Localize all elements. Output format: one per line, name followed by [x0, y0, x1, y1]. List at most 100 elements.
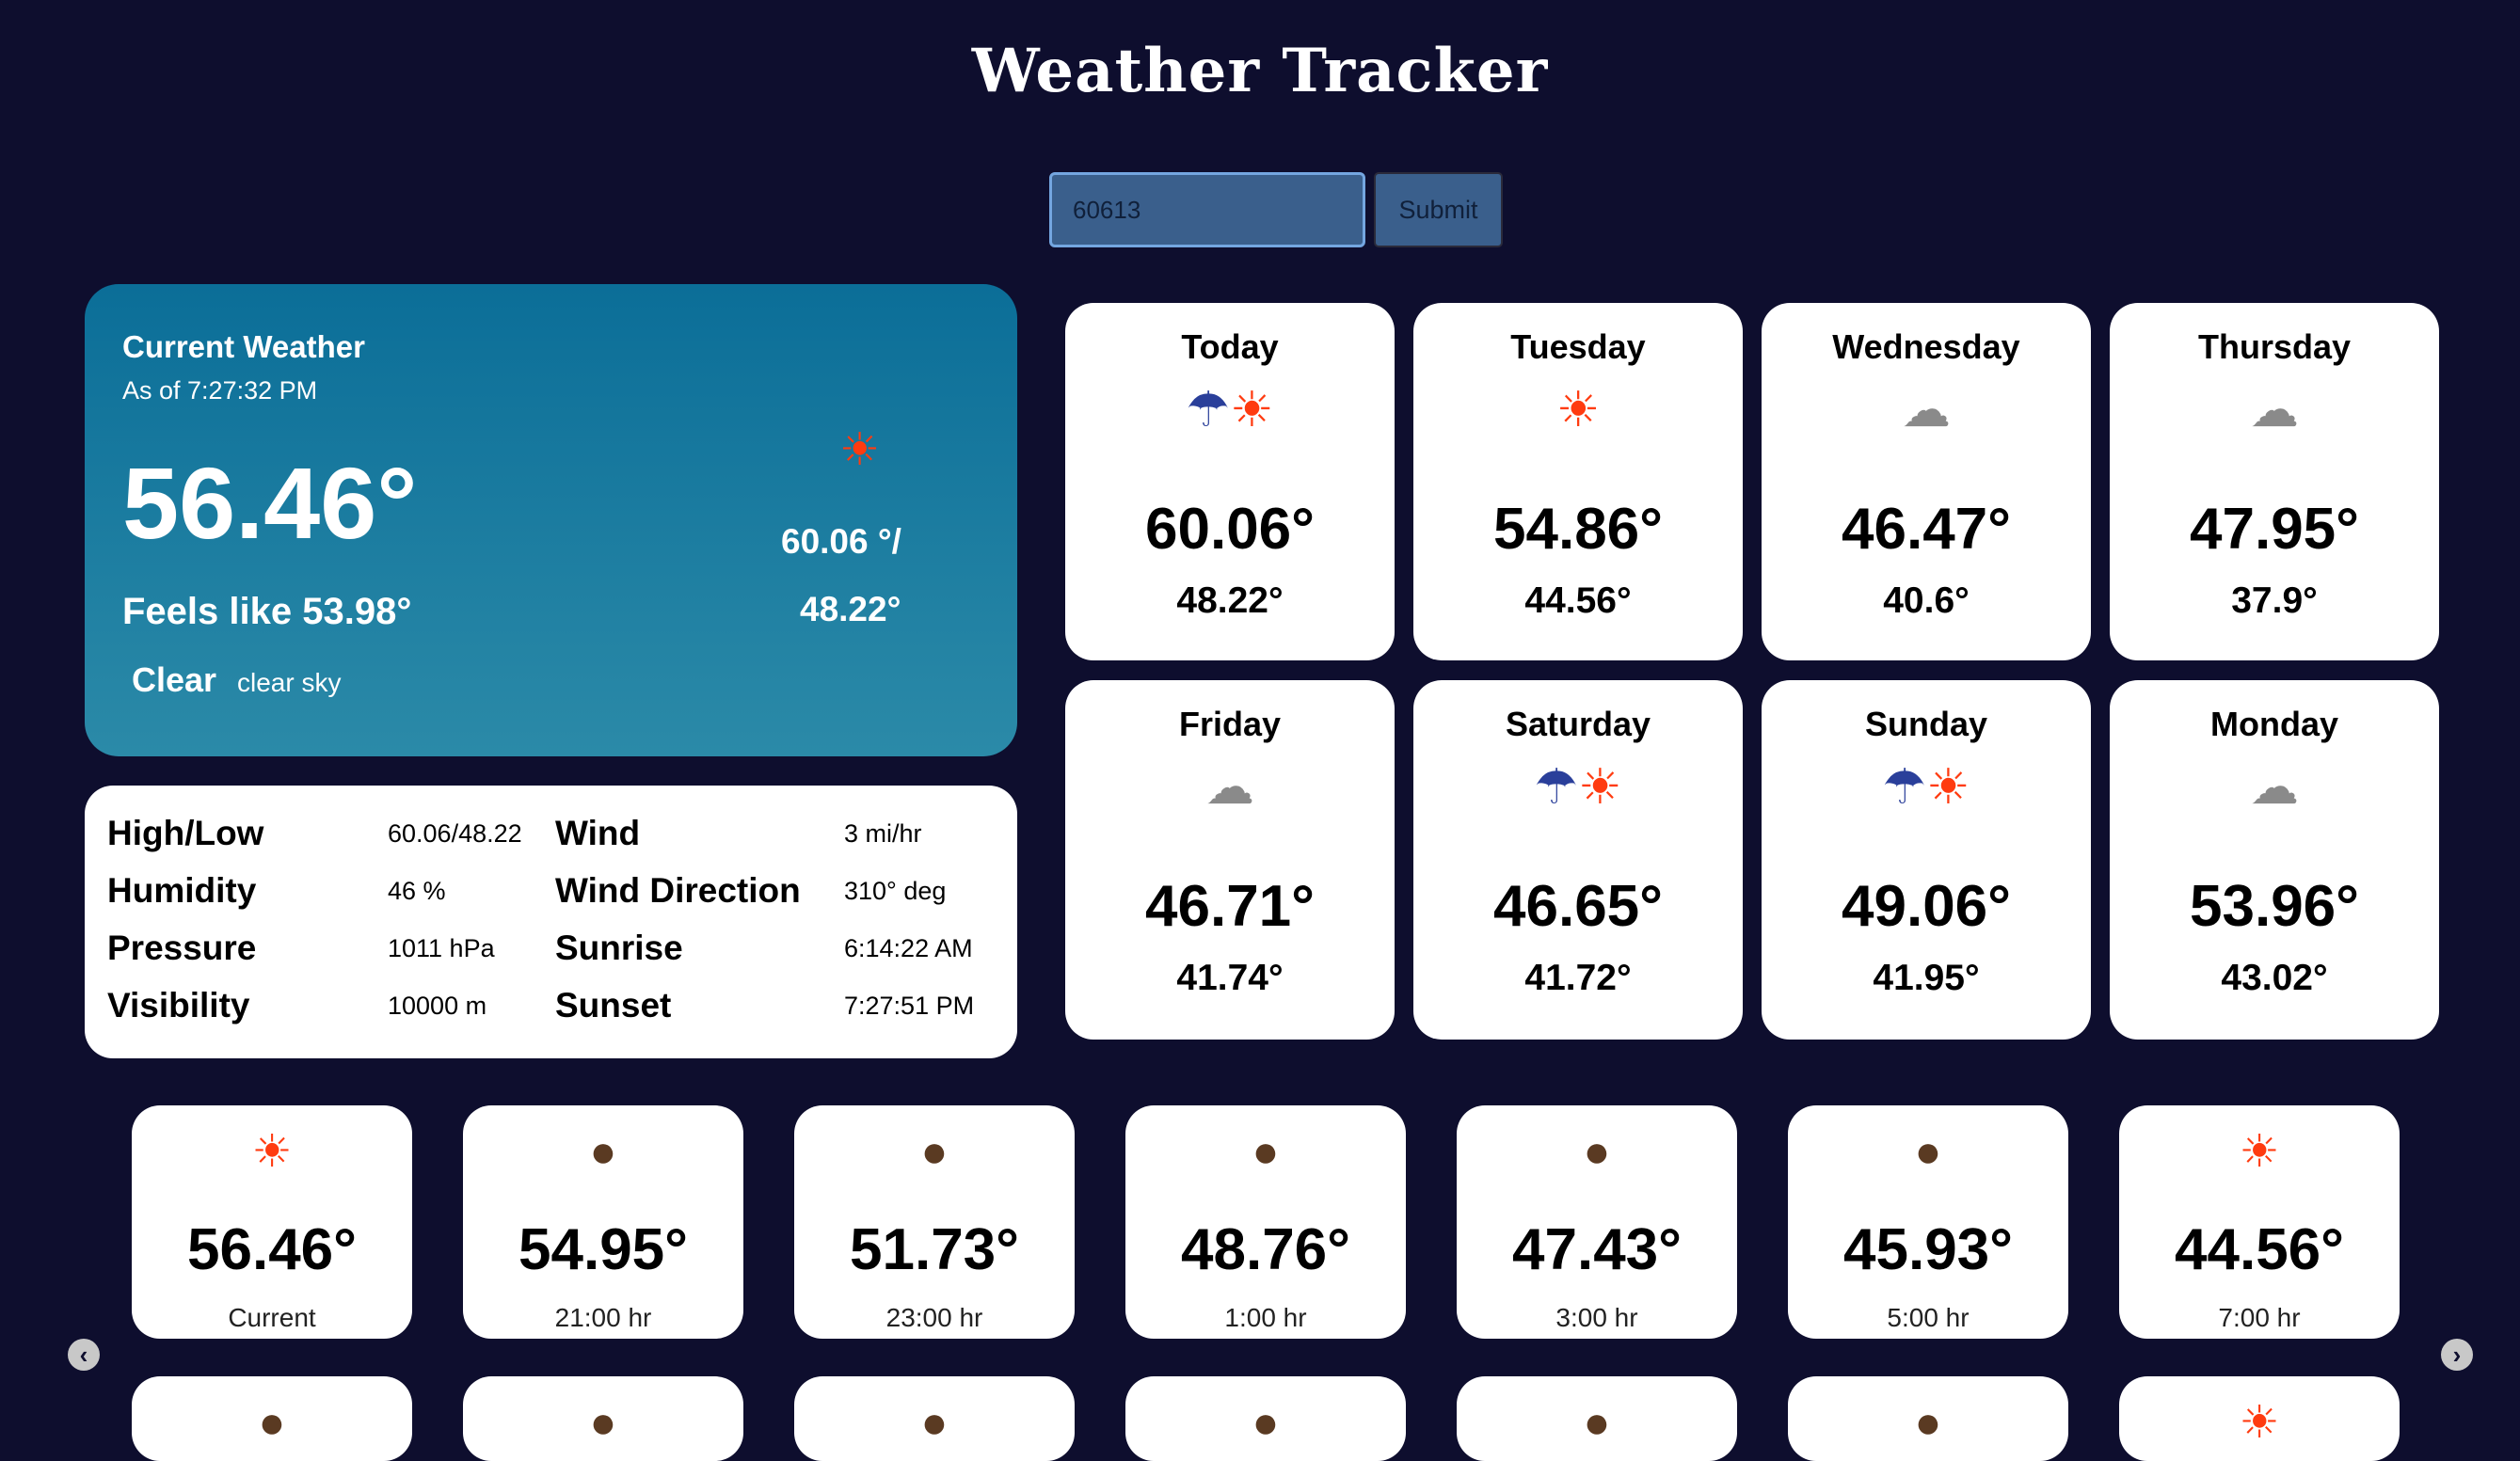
- hourly-temp: 47.43°: [1512, 1217, 1682, 1282]
- day-name: Monday: [2209, 705, 2338, 743]
- pressure-value: 1011 hPa: [388, 934, 495, 962]
- high-low-value: 60.06/48.22: [388, 819, 522, 848]
- day-high: 46.71°: [1145, 874, 1315, 939]
- day-low: 41.72°: [1524, 958, 1632, 998]
- hourly-card[interactable]: ●: [1788, 1376, 2068, 1461]
- day-name: Tuesday: [1510, 327, 1646, 366]
- day-low: 41.95°: [1873, 958, 1980, 998]
- current-high: 60.06 °/: [781, 522, 901, 561]
- day-high: 54.86°: [1493, 497, 1663, 562]
- hourly-card[interactable]: ●: [463, 1376, 743, 1461]
- day-high: 49.06°: [1842, 874, 2011, 939]
- chevron-right-icon[interactable]: ›: [2441, 1339, 2473, 1371]
- moon-icon: ●: [1252, 1398, 1280, 1448]
- daily-card[interactable]: Saturday ☂☀ 46.65° 41.72°: [1413, 680, 1743, 1040]
- high-low-label: High/Low: [107, 814, 264, 852]
- sun-icon: ☀: [251, 1127, 293, 1177]
- chevron-left-icon[interactable]: ‹: [68, 1339, 100, 1371]
- sunset-value: 7:27:51 PM: [844, 992, 975, 1020]
- hourly-temp: 44.56°: [2175, 1217, 2344, 1282]
- hourly-card[interactable]: ●: [132, 1376, 412, 1461]
- day-name: Thursday: [2197, 327, 2352, 366]
- hourly-time: 21:00 hr: [554, 1303, 652, 1332]
- page-title: Weather Tracker: [971, 36, 1549, 106]
- daily-card[interactable]: Wednesday ☁ 46.47° 40.6°: [1762, 303, 2091, 660]
- moon-icon: ●: [920, 1398, 949, 1448]
- hourly-card[interactable]: ● 47.43° 3:00 hr: [1457, 1105, 1737, 1339]
- daily-card[interactable]: Thursday ☁ 47.95° 37.9°: [2110, 303, 2439, 660]
- moon-icon: ●: [1914, 1127, 1942, 1177]
- day-name: Saturday: [1505, 705, 1651, 743]
- hourly-time: 3:00 hr: [1555, 1303, 1638, 1332]
- hourly-card[interactable]: ☀ 44.56° 7:00 hr: [2119, 1105, 2400, 1339]
- wind-direction-value: 310° deg: [844, 877, 947, 905]
- moon-icon: ●: [1583, 1398, 1611, 1448]
- day-high: 47.95°: [2190, 497, 2359, 562]
- hourly-card[interactable]: ● 54.95° 21:00 hr: [463, 1105, 743, 1339]
- hourly-card[interactable]: ☀: [2119, 1376, 2400, 1461]
- sun-icon: ☀: [2239, 1398, 2280, 1448]
- cloud-icon: ☁: [2250, 383, 2299, 437]
- sun-icon: ☀: [2239, 1127, 2280, 1177]
- hourly-card[interactable]: ●: [1125, 1376, 1406, 1461]
- hourly-temp: 51.73°: [850, 1217, 1019, 1282]
- pressure-label: Pressure: [107, 929, 257, 967]
- day-high: 60.06°: [1145, 497, 1315, 562]
- current-high-low: 60.06 °/ 48.22°: [781, 508, 1063, 643]
- hourly-card[interactable]: ● 45.93° 5:00 hr: [1788, 1105, 2068, 1339]
- hourly-card[interactable]: ● 51.73° 23:00 hr: [794, 1105, 1075, 1339]
- current-temperature: 56.46°: [122, 446, 418, 560]
- day-name: Sunday: [1864, 705, 1988, 743]
- daily-card[interactable]: Monday ☁ 53.96° 43.02°: [2110, 680, 2439, 1040]
- day-high: 46.65°: [1493, 874, 1663, 939]
- weather-description: clear sky: [237, 668, 342, 697]
- hourly-card[interactable]: ●: [1457, 1376, 1737, 1461]
- hourly-time: 5:00 hr: [1887, 1303, 1970, 1332]
- wind-direction-label: Wind Direction: [555, 871, 801, 910]
- visibility-label: Visibility: [107, 986, 250, 1024]
- rain-sun-icon: ☂☀: [1186, 383, 1274, 437]
- day-low: 37.9°: [2231, 580, 2318, 621]
- weather-details-card: High/Low 60.06/48.22 Humidity 46 % Press…: [85, 786, 1017, 1058]
- day-high: 53.96°: [2190, 874, 2359, 939]
- hourly-card[interactable]: ●: [794, 1376, 1075, 1461]
- rain-sun-icon: ☂☀: [1534, 760, 1622, 815]
- hourly-temp: 45.93°: [1843, 1217, 2013, 1282]
- cloud-icon: ☁: [1902, 383, 1951, 437]
- feels-like: Feels like 53.98°: [122, 591, 412, 632]
- weather-main: Clear: [132, 660, 217, 699]
- sunset-label: Sunset: [555, 986, 672, 1024]
- daily-card[interactable]: Friday ☁ 46.71° 41.74°: [1065, 680, 1395, 1040]
- day-low: 41.74°: [1176, 958, 1284, 998]
- current-low: 48.22°: [800, 590, 901, 628]
- moon-icon: ●: [589, 1398, 617, 1448]
- daily-card[interactable]: Today ☂☀ 60.06° 48.22°: [1065, 303, 1395, 660]
- cloud-icon: ☁: [2250, 760, 2299, 815]
- day-low: 48.22°: [1176, 580, 1284, 621]
- rain-sun-icon: ☂☀: [1882, 760, 1970, 815]
- moon-icon: ●: [920, 1127, 949, 1177]
- day-low: 43.02°: [2221, 958, 2328, 998]
- current-weather-card: Current Weather As of 7:27:32 PM 56.46° …: [85, 284, 1017, 756]
- day-low: 40.6°: [1883, 580, 1970, 621]
- hourly-card[interactable]: ● 48.76° 1:00 hr: [1125, 1105, 1406, 1339]
- day-name: Friday: [1178, 705, 1282, 743]
- moon-icon: ●: [589, 1127, 617, 1177]
- submit-button[interactable]: Submit: [1374, 172, 1503, 247]
- daily-card[interactable]: Sunday ☂☀ 49.06° 41.95°: [1762, 680, 2091, 1040]
- hourly-time: 1:00 hr: [1224, 1303, 1307, 1332]
- day-low: 44.56°: [1524, 580, 1632, 621]
- day-name: Today: [1181, 327, 1279, 366]
- hourly-time: Current: [228, 1303, 316, 1332]
- zip-code-input[interactable]: [1049, 172, 1365, 247]
- moon-icon: ●: [1252, 1127, 1280, 1177]
- hourly-temp: 54.95°: [518, 1217, 688, 1282]
- wind-label: Wind: [555, 814, 641, 852]
- hourly-card[interactable]: ☀ 56.46° Current: [132, 1105, 412, 1339]
- wind-value: 3 mi/hr: [844, 819, 922, 848]
- daily-card[interactable]: Tuesday ☀ 54.86° 44.56°: [1413, 303, 1743, 660]
- hourly-time: 23:00 hr: [885, 1303, 983, 1332]
- day-name: Wednesday: [1832, 327, 2020, 366]
- sun-icon: ☀: [1555, 383, 1601, 437]
- sun-icon: ☀: [839, 425, 881, 475]
